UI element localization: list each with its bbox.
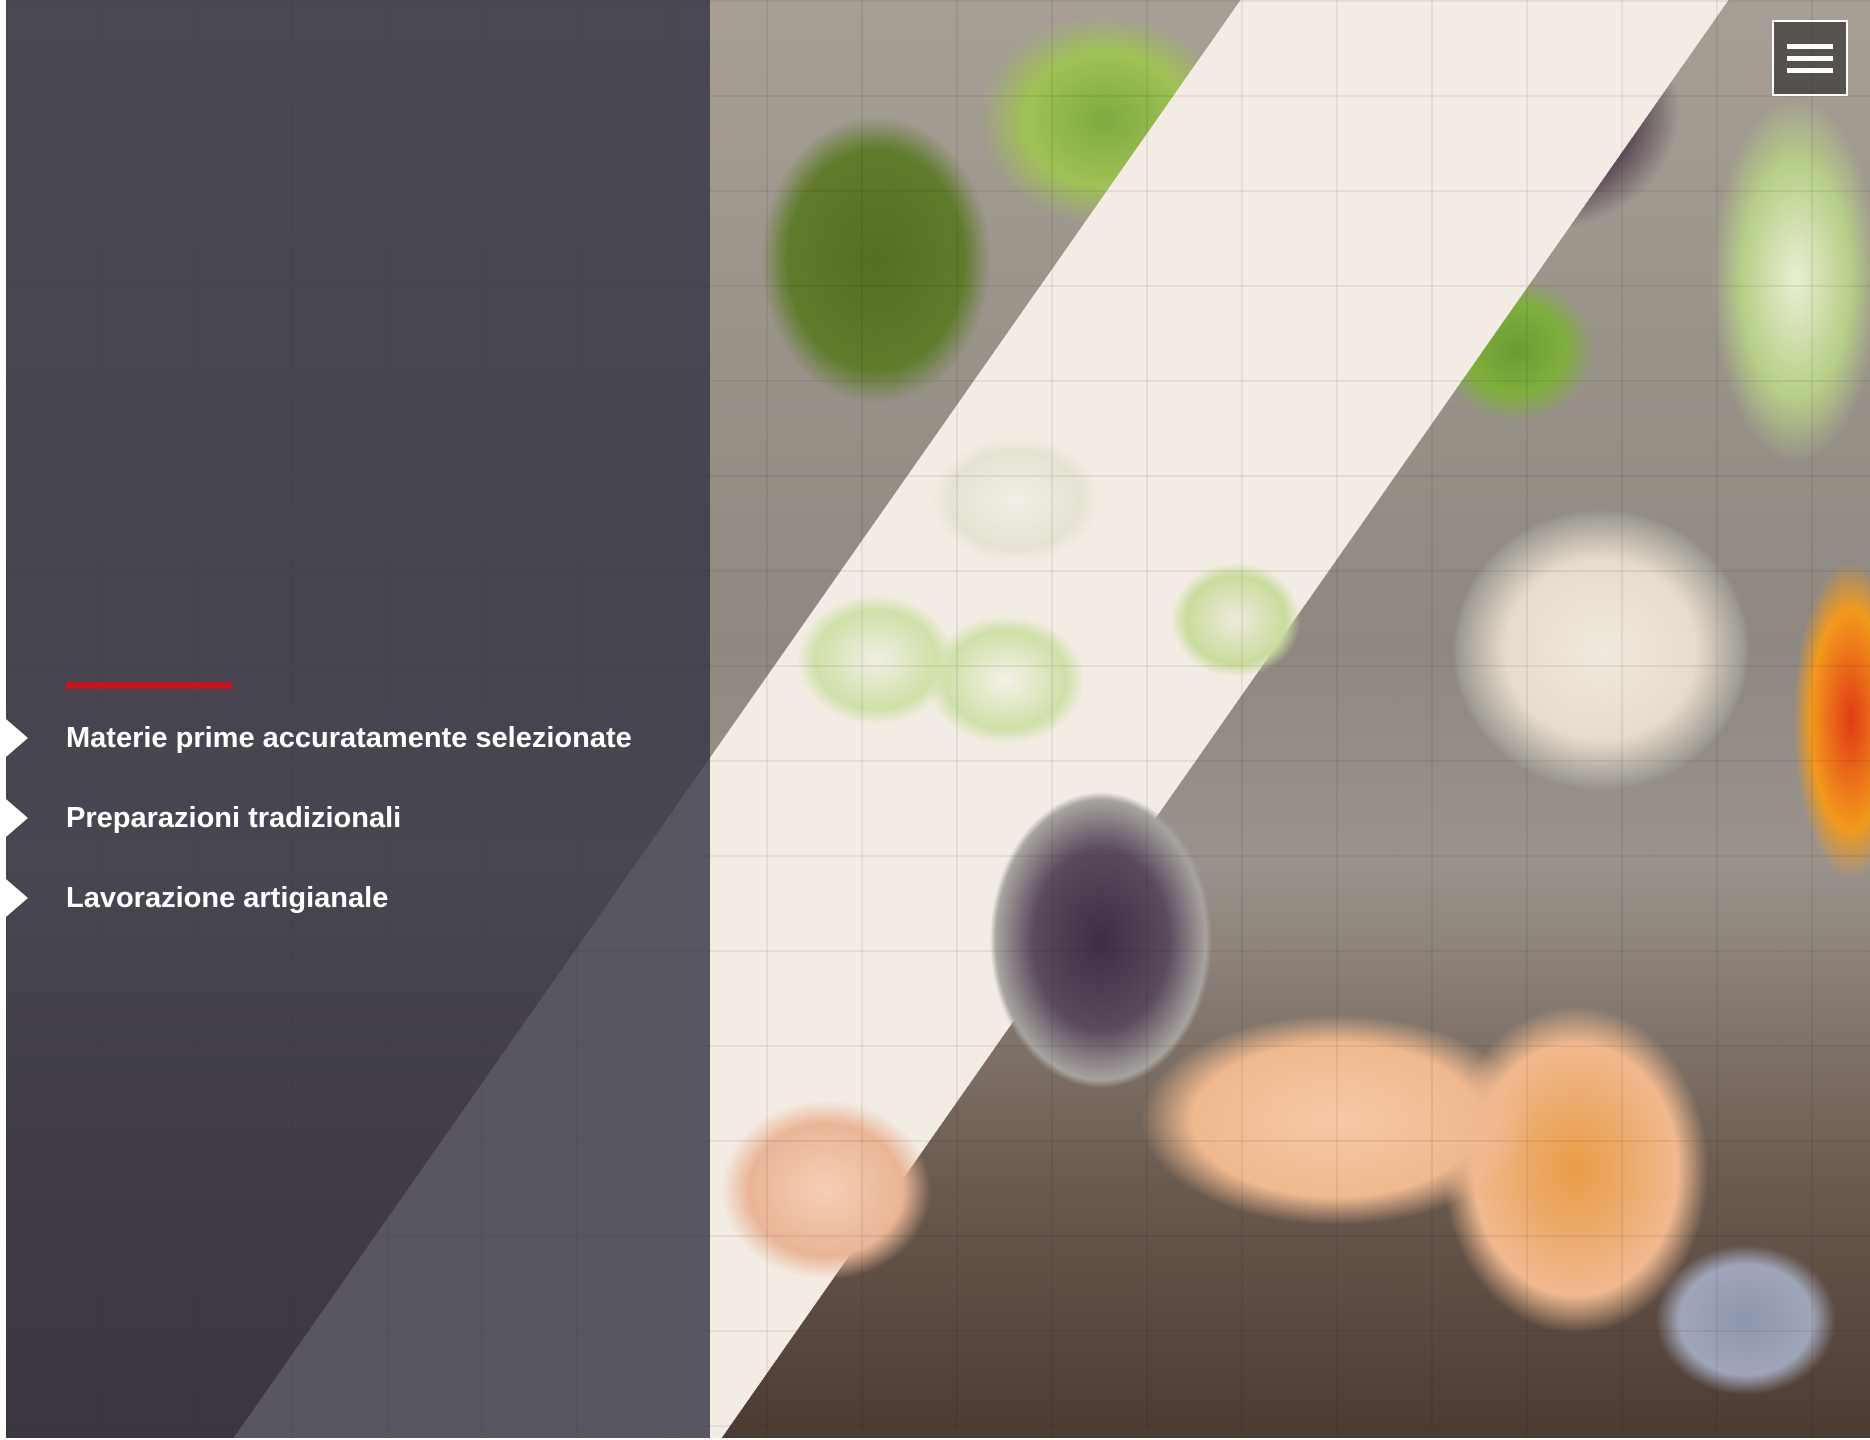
feature-item-label: Preparazioni tradizionali	[66, 802, 402, 834]
feature-item-label: Materie prime accuratamente selezionate	[66, 722, 632, 754]
hero-section: Materie prime accuratamente selezionate …	[6, 0, 1870, 1438]
feature-item-lavorazione[interactable]: Lavorazione artigianale	[6, 878, 646, 918]
hamburger-menu-icon	[1787, 44, 1833, 73]
feature-list: Materie prime accuratamente selezionate …	[6, 718, 646, 958]
feature-item-materie-prime[interactable]: Materie prime accuratamente selezionate	[6, 718, 646, 758]
red-accent-bar	[66, 682, 232, 689]
menu-button[interactable]	[1772, 20, 1848, 96]
feature-item-preparazioni[interactable]: Preparazioni tradizionali	[6, 798, 646, 838]
arrow-right-icon	[6, 799, 28, 837]
text-overlay-panel: Materie prime accuratamente selezionate …	[6, 0, 710, 1438]
arrow-right-icon	[6, 719, 28, 757]
arrow-right-icon	[6, 879, 28, 917]
feature-item-label: Lavorazione artigianale	[66, 882, 389, 914]
